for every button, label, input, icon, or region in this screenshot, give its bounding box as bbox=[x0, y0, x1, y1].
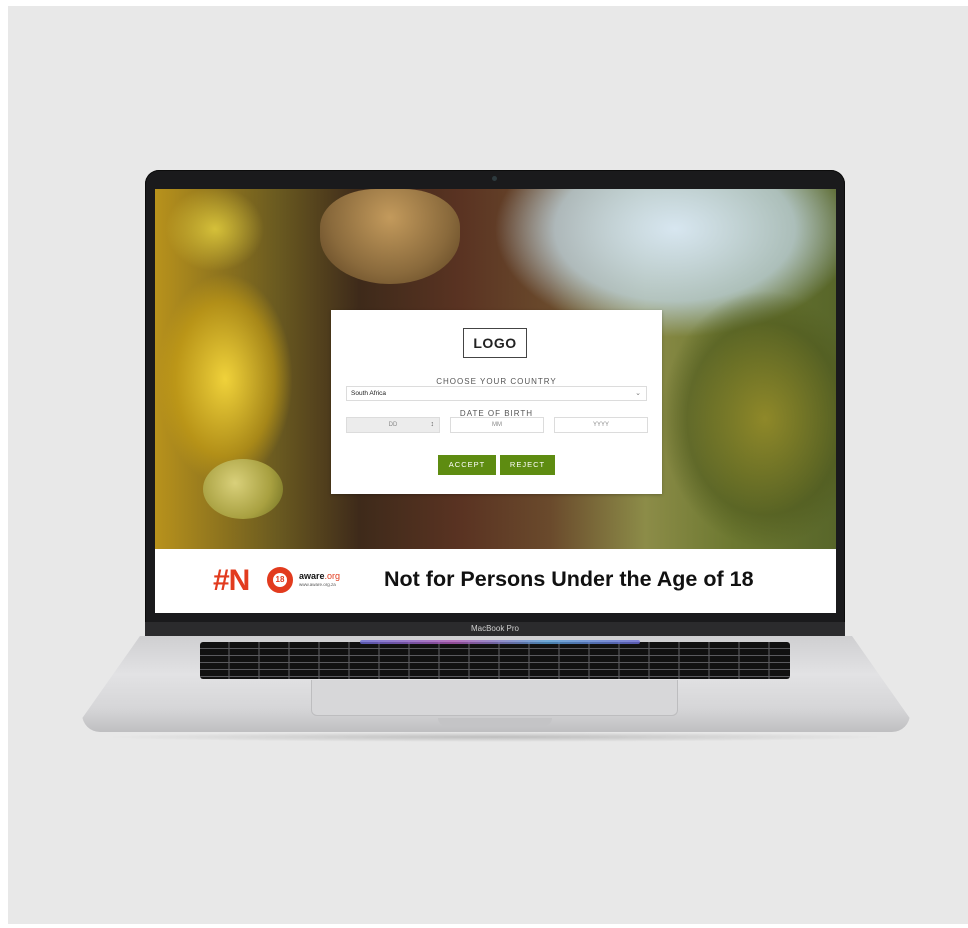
accept-button[interactable]: ACCEPT bbox=[438, 455, 496, 475]
trackpad bbox=[311, 680, 678, 716]
straw-hat-image bbox=[320, 189, 460, 284]
aware-suffix: .org bbox=[324, 571, 341, 581]
age-warning-banner: #N 18 aware.org www.aware.org.za Not for… bbox=[155, 549, 836, 613]
age-warning-text: Not for Persons Under the Age of 18 bbox=[384, 567, 754, 591]
spinner-icon[interactable]: ↕ bbox=[431, 418, 435, 432]
age-gate-modal: LOGO CHOOSE YOUR COUNTRY South Africa ⌄ … bbox=[331, 310, 662, 494]
touch-bar bbox=[360, 640, 640, 644]
laptop-screen: LOGO CHOOSE YOUR COUNTRY South Africa ⌄ … bbox=[155, 189, 836, 613]
country-select[interactable]: South Africa ⌄ bbox=[346, 386, 647, 401]
month-placeholder: MM bbox=[492, 422, 502, 428]
aware-brand: aware bbox=[299, 571, 325, 581]
reject-button[interactable]: REJECT bbox=[500, 455, 555, 475]
hashtag-no: #N bbox=[213, 564, 250, 597]
grapes-image bbox=[203, 459, 283, 519]
country-label: CHOOSE YOUR COUNTRY bbox=[436, 377, 557, 386]
year-placeholder: YYYY bbox=[592, 422, 609, 428]
aware-logo: aware.org bbox=[299, 571, 340, 581]
aware-url: www.aware.org.za bbox=[299, 582, 336, 587]
no-under-18-icon: 18 bbox=[267, 567, 293, 593]
camera-icon bbox=[492, 176, 497, 181]
day-input[interactable]: DD ↕ bbox=[346, 417, 440, 433]
month-input[interactable]: MM bbox=[450, 417, 544, 433]
badge-number: 18 bbox=[273, 573, 287, 587]
chevron-down-icon: ⌄ bbox=[635, 390, 641, 397]
laptop-shadow bbox=[100, 732, 890, 742]
keyboard-rows bbox=[200, 642, 790, 679]
year-input[interactable]: YYYY bbox=[554, 417, 648, 433]
country-select-value: South Africa bbox=[351, 390, 387, 397]
day-placeholder: DD bbox=[388, 422, 398, 428]
lid-notch bbox=[438, 718, 552, 726]
model-label: MacBook Pro bbox=[470, 624, 520, 633]
logo: LOGO bbox=[463, 328, 527, 358]
